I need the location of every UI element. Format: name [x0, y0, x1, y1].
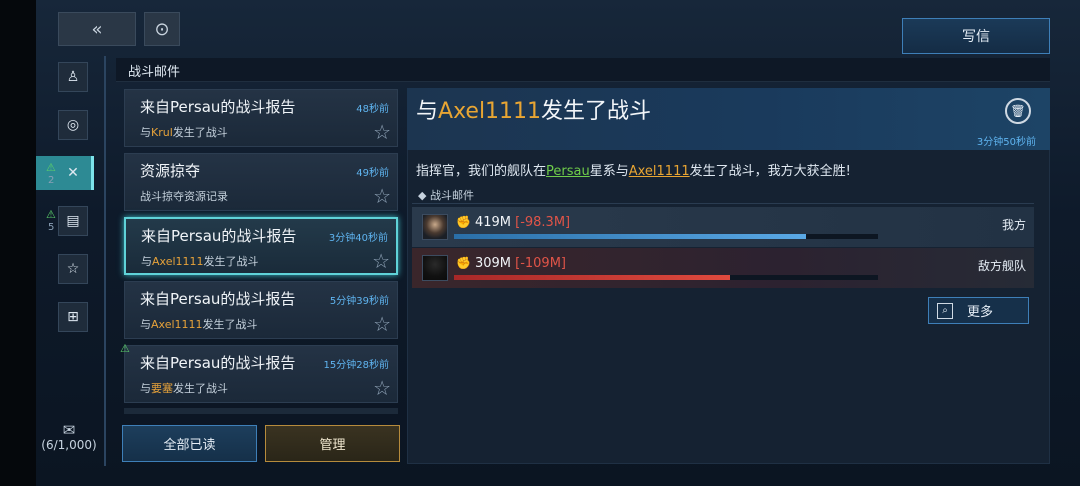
mail-subtitle: 与Axel1111发生了战斗: [141, 255, 259, 268]
sidebar-item-document[interactable]: ▤: [58, 206, 88, 236]
mail-title: 来自Persau的战斗报告: [141, 227, 297, 245]
avatar: [422, 255, 448, 281]
mail-time: 3分钟40秒前: [328, 233, 388, 244]
person-icon: ♙: [66, 69, 80, 85]
detail-title: 与Axel1111发生了战斗: [416, 99, 652, 124]
more-label: 更多: [967, 305, 994, 320]
mail-subtitle: 战斗掠夺资源记录: [140, 190, 228, 203]
star-icon[interactable]: ☆: [373, 312, 391, 336]
back-button[interactable]: «: [58, 12, 136, 46]
document-badge: 5: [48, 222, 55, 233]
planet-link[interactable]: Persau: [546, 164, 590, 179]
star-icon[interactable]: ☆: [373, 120, 391, 144]
star-icon: ☆: [66, 261, 80, 277]
my-fleet-row: ✊ 419M [-98.3M] 我方: [412, 207, 1034, 247]
manage-label: 管理: [319, 438, 346, 453]
delete-button[interactable]: 🗑: [1005, 98, 1031, 124]
battle-badge: 2: [48, 175, 55, 186]
warning-icon: ⚠: [120, 342, 130, 355]
mark-all-read-button[interactable]: 全部已读: [122, 425, 257, 462]
mail-subtitle: 与Axel1111发生了战斗: [140, 318, 258, 331]
detail-message: 指挥官，我们的舰队在Persau星系与Axel1111发生了战斗，我方大获全胜!: [416, 164, 851, 179]
warning-icon: ⚠: [46, 161, 56, 174]
mail-title: 来自Persau的战斗报告: [140, 354, 296, 372]
avatar: [422, 214, 448, 240]
mail-time: 48秒前: [356, 104, 389, 115]
gift-icon: ⊞: [67, 309, 79, 325]
mail-subtitle: 与Krul发生了战斗: [140, 126, 228, 139]
magnifier-icon: ⌕: [937, 302, 953, 319]
sidebar-divider: [104, 56, 106, 466]
refresh-button[interactable]: ⊙: [144, 12, 180, 46]
trash-icon: 🗑: [1010, 104, 1026, 118]
double-chevron-left-icon: «: [91, 18, 103, 40]
mail-time: 5分钟39秒前: [329, 296, 389, 307]
mail-item-selected[interactable]: 来自Persau的战斗报告 3分钟40秒前 与Axel1111发生了战斗 ☆: [124, 217, 398, 275]
mail-title: 资源掠夺: [140, 162, 201, 180]
document-icon: ▤: [66, 213, 80, 229]
left-edge: [0, 0, 36, 486]
power-text: ✊ 419M [-98.3M]: [456, 215, 571, 230]
mail-item[interactable]: 来自Persau的战斗报告 15分钟28秒前 与要塞发生了战斗 ☆: [124, 345, 398, 403]
side-label: 我方: [1001, 218, 1026, 232]
star-icon[interactable]: ☆: [373, 184, 391, 208]
power-bar-fill: [454, 234, 806, 239]
power-text: ✊ 309M [-109M]: [456, 256, 566, 271]
star-icon[interactable]: ☆: [373, 376, 391, 400]
mail-item[interactable]: 资源掠夺 49秒前 战斗掠夺资源记录 ☆: [124, 153, 398, 211]
detail-subheader: ◆ 战斗邮件: [418, 189, 474, 202]
envelope-icon: ✉: [62, 421, 76, 439]
mailbox-counter: ✉ (6/1,000): [36, 422, 102, 452]
sidebar-item-favorites[interactable]: ☆: [58, 254, 88, 284]
sidebar-item-personal[interactable]: ♙: [58, 62, 88, 92]
mail-time: 49秒前: [356, 168, 389, 179]
divider: [412, 203, 1034, 204]
side-label: 敌方舰队: [977, 259, 1026, 273]
star-icon[interactable]: ☆: [372, 249, 390, 273]
mail-subtitle: 与要塞发生了战斗: [140, 382, 228, 395]
write-mail-label: 写信: [962, 29, 990, 45]
write-mail-button[interactable]: 写信: [902, 18, 1050, 54]
enemy-fleet-row: ✊ 309M [-109M] 敌方舰队: [412, 248, 1034, 288]
sidebar-item-global[interactable]: ◎: [58, 110, 88, 140]
more-button[interactable]: ⌕ 更多: [928, 297, 1029, 324]
globe-icon: ◎: [66, 117, 80, 133]
refresh-icon: ⊙: [154, 18, 170, 40]
section-header: 战斗邮件: [116, 58, 1050, 82]
section-title: 战斗邮件: [128, 65, 181, 80]
next-mail-item-peek: [124, 408, 398, 414]
mail-title: 来自Persau的战斗报告: [140, 290, 296, 308]
fist-icon: ✊: [456, 256, 471, 270]
manage-button[interactable]: 管理: [265, 425, 400, 462]
sidebar-item-gift[interactable]: ⊞: [58, 302, 88, 332]
mail-item[interactable]: 来自Persau的战斗报告 48秒前 与Krul发生了战斗 ☆: [124, 89, 398, 147]
mailbox-count: (6/1,000): [41, 438, 97, 452]
power-bar-fill: [454, 275, 730, 280]
mail-item[interactable]: 来自Persau的战斗报告 5分钟39秒前 与Axel1111发生了战斗 ☆: [124, 281, 398, 339]
mail-title: 来自Persau的战斗报告: [140, 98, 296, 116]
battle-icon: ✕: [67, 165, 79, 181]
mail-time: 15分钟28秒前: [323, 360, 389, 371]
fist-icon: ✊: [456, 215, 471, 229]
sidebar-item-battle-icon-wrap: ✕: [58, 158, 88, 188]
detail-time: 3分钟50秒前: [976, 137, 1036, 148]
warning-icon: ⚠: [46, 208, 56, 221]
player-link[interactable]: Axel1111: [629, 164, 690, 179]
mark-all-read-label: 全部已读: [163, 438, 216, 453]
